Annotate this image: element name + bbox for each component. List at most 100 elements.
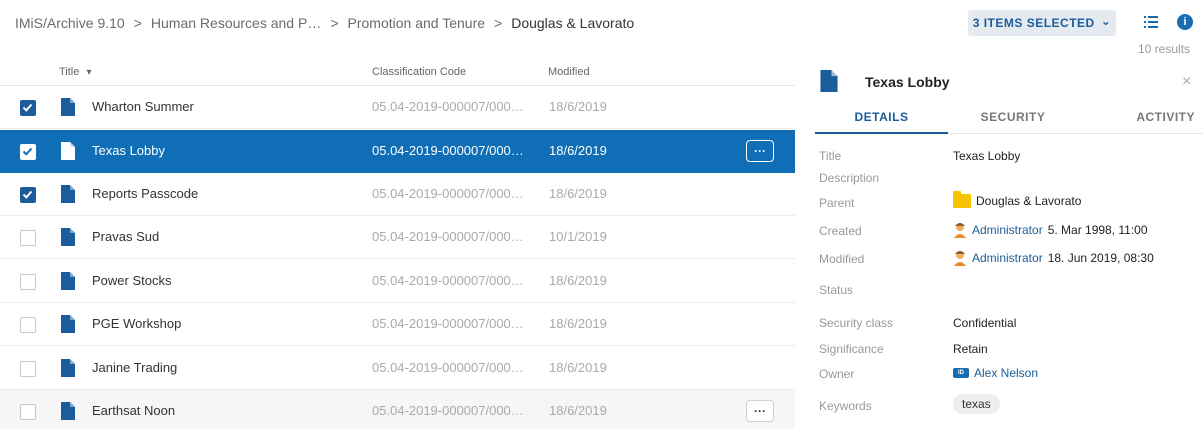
field-label-created: Created (819, 224, 862, 238)
row-modified-date: 18/6/2019 (549, 403, 607, 418)
field-label-title: Title (819, 149, 842, 163)
field-label-description: Description (819, 171, 880, 185)
list-view-icon[interactable] (1144, 15, 1158, 29)
field-value-keywords: texas (953, 394, 1000, 414)
row-modified-date: 18/6/2019 (549, 99, 607, 114)
table-header: Title ▾ Classification Code Modified (0, 60, 795, 86)
field-value-owner[interactable]: ID Alex Nelson (953, 366, 1038, 380)
row-classification-code: 05.04-2019-000007/000… (372, 229, 524, 244)
row-modified-date: 18/6/2019 (549, 273, 607, 288)
created-by-link[interactable]: Administrator (972, 223, 1043, 237)
owner-link[interactable]: Alex Nelson (974, 366, 1038, 380)
chevron-down-icon: ⌄ (1100, 14, 1112, 28)
table-row[interactable]: Pravas Sud 05.04-2019-000007/000… 10/1/201… (0, 216, 795, 259)
row-classification-code: 05.04-2019-000007/000… (372, 99, 524, 114)
field-value-modified: Administrator 18. Jun 2019, 08:30 (953, 250, 1154, 266)
panel-title: Texas Lobby (865, 74, 950, 90)
column-header-code[interactable]: Classification Code (372, 66, 466, 78)
row-checkbox[interactable] (20, 274, 36, 290)
row-title: Reports Passcode (92, 186, 199, 201)
field-value-title: Texas Lobby (953, 149, 1021, 163)
row-checkbox[interactable] (20, 317, 36, 333)
row-modified-date: 18/6/2019 (549, 360, 607, 375)
row-checkbox[interactable] (20, 187, 36, 203)
document-icon (61, 185, 75, 203)
breadcrumb-separator: > (494, 15, 503, 31)
field-label-security-class: Security class (819, 316, 894, 330)
field-value-security-class: Confidential (953, 316, 1017, 330)
row-classification-code: 05.04-2019-000007/000… (372, 143, 524, 158)
document-icon (61, 402, 75, 420)
breadcrumb-item-human-resources[interactable]: Human Resources and P… (151, 15, 321, 31)
close-icon[interactable]: × (1182, 73, 1191, 91)
field-value-significance: Retain (953, 342, 988, 356)
row-title: Texas Lobby (92, 143, 165, 158)
results-count: 10 results (1138, 42, 1191, 56)
modified-date: 18. Jun 2019, 08:30 (1047, 251, 1154, 265)
row-classification-code: 05.04-2019-000007/000… (372, 273, 524, 288)
panel-tabs: DETAILS SECURITY ACTIVITY (815, 102, 1203, 134)
column-header-modified[interactable]: Modified (548, 66, 590, 78)
details-panel: Texas Lobby × DETAILS SECURITY ACTIVITY … (805, 60, 1203, 429)
column-header-title[interactable]: Title ▾ (59, 66, 91, 78)
column-title-label: Title (59, 66, 80, 78)
breadcrumb-separator: > (330, 15, 339, 31)
row-classification-code: 05.04-2019-000007/000… (372, 316, 524, 331)
breadcrumb-separator: > (133, 15, 142, 31)
breadcrumb-current: Douglas & Lavorato (511, 15, 635, 31)
selection-label: 3 ITEMS SELECTED (972, 16, 1095, 30)
table-row[interactable]: PGE Workshop 05.04-2019-000007/000… 18/6/2… (0, 303, 795, 346)
row-title: Pravas Sud (92, 229, 160, 244)
row-modified-date: 18/6/2019 (549, 143, 607, 158)
field-label-status: Status (819, 283, 854, 297)
field-value-parent[interactable]: Douglas & Lavorato (953, 191, 1082, 208)
row-title: Janine Trading (92, 360, 178, 375)
tab-activity[interactable]: ACTIVITY (1078, 102, 1203, 134)
row-checkbox[interactable] (20, 404, 36, 420)
breadcrumb: IMiS/Archive 9.10 > Human Resources and … (15, 13, 634, 33)
document-icon (61, 272, 75, 290)
row-checkbox[interactable] (20, 144, 36, 160)
breadcrumb-item-archive[interactable]: IMiS/Archive 9.10 (15, 15, 125, 31)
id-badge-icon: ID (953, 368, 969, 378)
row-checkbox[interactable] (20, 361, 36, 377)
document-icon (61, 142, 75, 160)
keyword-chip[interactable]: texas (953, 394, 1000, 414)
table-row[interactable]: Janine Trading 05.04-2019-000007/000… 18/6… (0, 347, 795, 390)
info-icon[interactable]: i (1177, 14, 1193, 30)
more-actions-button[interactable]: ··· (746, 400, 774, 422)
field-value-created: Administrator 5. Mar 1998, 11:00 (953, 222, 1148, 238)
row-classification-code: 05.04-2019-000007/000… (372, 403, 524, 418)
table-row[interactable]: Wharton Summer 05.04-2019-000007/000… 18/6… (0, 86, 795, 129)
tab-security[interactable]: SECURITY (948, 102, 1078, 134)
table-row[interactable]: Texas Lobby 05.04-2019-000007/000… 18/6/20… (0, 130, 795, 173)
row-modified-date: 18/6/2019 (549, 186, 607, 201)
document-icon (61, 228, 75, 246)
table-row[interactable]: Power Stocks 05.04-2019-000007/000… 18/6/2… (0, 260, 795, 303)
created-date: 5. Mar 1998, 11:00 (1047, 223, 1148, 237)
more-actions-button[interactable]: ··· (746, 140, 774, 162)
row-modified-date: 10/1/2019 (549, 229, 607, 244)
selection-dropdown-button[interactable]: 3 ITEMS SELECTED ⌄ (968, 10, 1116, 36)
breadcrumb-item-promotion[interactable]: Promotion and Tenure (348, 15, 486, 31)
tab-details[interactable]: DETAILS (815, 102, 948, 134)
field-label-keywords: Keywords (819, 399, 872, 413)
sort-down-icon: ▾ (86, 67, 92, 78)
folder-icon (953, 191, 971, 208)
document-icon (61, 315, 75, 333)
table-row[interactable]: Reports Passcode 05.04-2019-000007/000… 18… (0, 173, 795, 216)
row-modified-date: 18/6/2019 (549, 316, 607, 331)
document-icon (820, 70, 838, 92)
row-title: Power Stocks (92, 273, 172, 288)
field-label-significance: Significance (819, 342, 884, 356)
row-title: Earthsat Noon (92, 403, 176, 418)
parent-name: Douglas & Lavorato (976, 194, 1082, 208)
document-icon (61, 359, 75, 377)
field-label-parent: Parent (819, 196, 855, 210)
row-title: Wharton Summer (92, 99, 194, 114)
table-row[interactable]: Earthsat Noon 05.04-2019-000007/000… 18/6/… (0, 390, 795, 429)
modified-by-link[interactable]: Administrator (972, 251, 1043, 265)
row-checkbox[interactable] (20, 230, 36, 246)
row-checkbox[interactable] (20, 100, 36, 116)
document-icon (61, 98, 75, 116)
